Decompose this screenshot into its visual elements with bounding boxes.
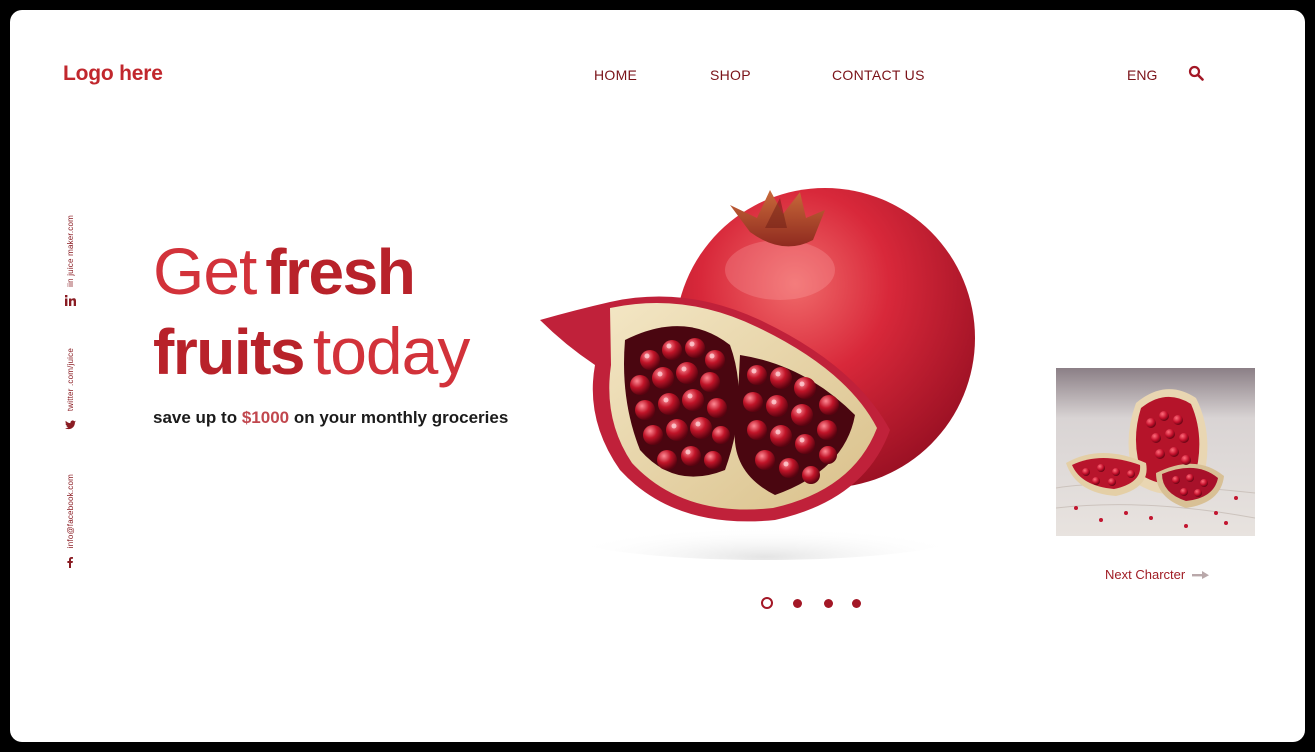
hero-subtitle: save up to $1000 on your monthly groceri… bbox=[153, 408, 508, 428]
next-character-label: Next Charcter bbox=[1105, 567, 1186, 582]
social-facebook[interactable]: info@facebook.com bbox=[60, 474, 80, 568]
nav-contact-us[interactable]: CONTACT US bbox=[832, 67, 925, 83]
carousel-dots bbox=[761, 597, 861, 609]
headline-today: today bbox=[312, 314, 470, 388]
language-selector[interactable]: ENG bbox=[1127, 67, 1157, 83]
linkedin-link: iin juice maker.com bbox=[65, 215, 75, 287]
next-character-link[interactable]: Next Charcter bbox=[1105, 567, 1210, 582]
search-icon[interactable] bbox=[1188, 65, 1208, 85]
hero-pomegranate-image bbox=[525, 170, 1005, 565]
linkedin-icon bbox=[64, 295, 76, 307]
hero-headline: Get fresh fruits today bbox=[153, 238, 470, 398]
headline-fruits: fruits bbox=[153, 316, 306, 388]
subtitle-amount: $1000 bbox=[241, 408, 290, 427]
twitter-icon bbox=[64, 419, 76, 431]
nav-home[interactable]: HOME bbox=[594, 67, 637, 83]
twitter-link: twitter .com/juice bbox=[65, 348, 75, 412]
social-twitter[interactable]: twitter .com/juice bbox=[60, 348, 80, 431]
headline-get: Get bbox=[153, 234, 257, 308]
carousel-dot-4[interactable] bbox=[852, 598, 861, 608]
headline-fresh: fresh bbox=[265, 236, 416, 308]
arrow-right-icon bbox=[1192, 567, 1210, 582]
facebook-link: info@facebook.com bbox=[65, 474, 75, 549]
headline-line-2: fruits today bbox=[153, 316, 470, 398]
next-slide-thumbnail[interactable] bbox=[1056, 368, 1255, 536]
social-linkedin[interactable]: iin juice maker.com bbox=[60, 215, 80, 307]
headline-line-1: Get fresh bbox=[153, 238, 469, 318]
carousel-dot-3[interactable] bbox=[824, 598, 833, 608]
nav-shop[interactable]: SHOP bbox=[710, 67, 751, 83]
carousel-dot-1[interactable] bbox=[761, 597, 773, 609]
subtitle-suffix: on your monthly groceries bbox=[293, 408, 509, 427]
facebook-icon bbox=[64, 556, 76, 568]
page: Logo here HOME SHOP CONTACT US ENG iin j… bbox=[10, 10, 1305, 742]
logo[interactable]: Logo here bbox=[63, 62, 163, 86]
carousel-dot-2[interactable] bbox=[793, 598, 802, 608]
subtitle-prefix: save up to bbox=[153, 408, 238, 427]
